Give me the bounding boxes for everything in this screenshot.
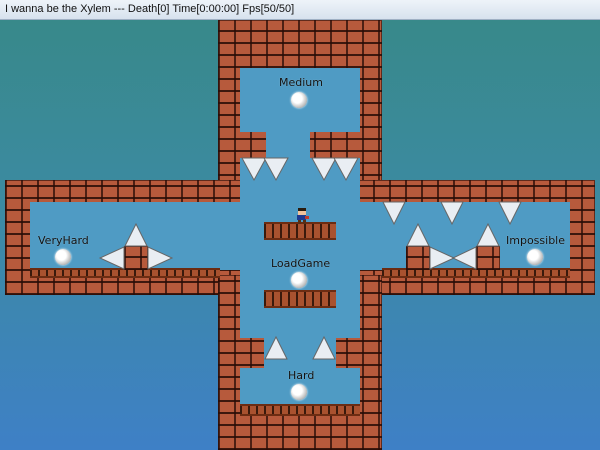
spike-down-icon <box>440 201 464 226</box>
spike-down-icon <box>241 157 267 182</box>
kid-platform <box>264 222 336 240</box>
spike-left-icon <box>98 246 125 270</box>
hard-floor-platform <box>240 404 360 416</box>
impossible-save-portal[interactable] <box>527 249 543 265</box>
spike-down-icon <box>311 157 337 182</box>
right-pillar-a <box>406 246 430 270</box>
spike-down-icon <box>263 157 289 182</box>
spike-down-icon <box>333 157 359 182</box>
spike-right-icon <box>147 246 174 270</box>
game-canvas[interactable]: Medium VeryHard LoadGame Impossible Hard <box>0 20 600 450</box>
hard-save-portal[interactable] <box>291 384 307 400</box>
spike-up-icon <box>312 335 336 360</box>
left-pillar <box>124 246 148 270</box>
spike-up-icon <box>406 222 430 247</box>
medium-save-portal[interactable] <box>291 92 307 108</box>
medium-label: Medium <box>279 76 323 89</box>
impossible-label: Impossible <box>506 234 565 247</box>
spike-down-icon <box>382 201 406 226</box>
spike-left-icon <box>451 246 477 270</box>
loadgame-label: LoadGame <box>271 257 331 270</box>
right-pillar-b <box>476 246 500 270</box>
window-title-bar: I wanna be the Xylem --- Death[0] Time[0… <box>0 0 600 20</box>
spike-right-icon <box>429 246 456 270</box>
veryhard-save-portal[interactable] <box>55 249 71 265</box>
loadgame-platform <box>264 290 336 308</box>
spike-down-icon <box>498 201 522 226</box>
player-kid-sprite <box>297 208 309 224</box>
spike-up-icon <box>476 222 500 247</box>
spike-up-icon <box>264 335 288 360</box>
window-title: I wanna be the Xylem --- Death[0] Time[0… <box>5 3 295 15</box>
veryhard-label: VeryHard <box>38 234 89 247</box>
spike-up-icon <box>124 222 148 247</box>
medium-room-lower <box>266 132 310 158</box>
loadgame-save-portal[interactable] <box>291 272 307 288</box>
hard-label: Hard <box>288 369 315 382</box>
